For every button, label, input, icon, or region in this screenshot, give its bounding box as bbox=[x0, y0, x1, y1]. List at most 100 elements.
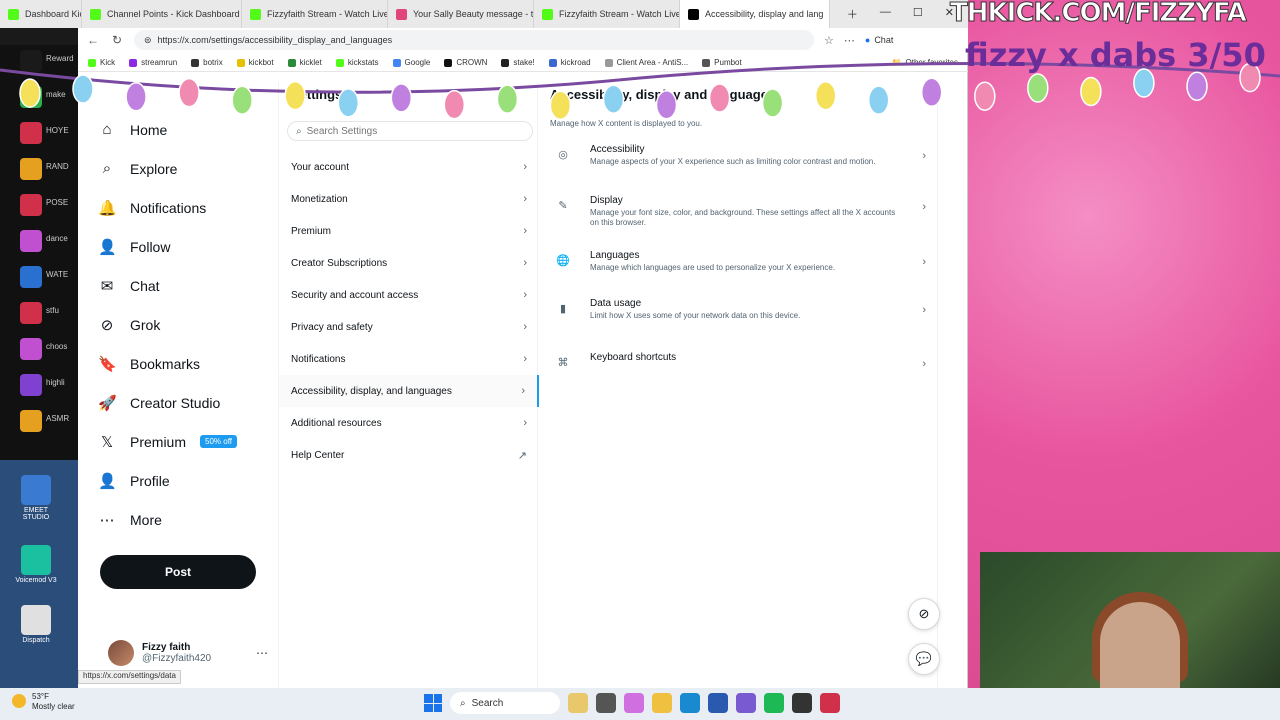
browser-tab[interactable]: Accessibility, display and lang ✕ bbox=[680, 0, 830, 28]
stream-app-icon[interactable]: WATE bbox=[20, 266, 68, 288]
post-button[interactable]: Post bbox=[100, 555, 256, 589]
detail-item-description: Manage which languages are used to perso… bbox=[590, 263, 836, 272]
bookmark-item[interactable]: Google bbox=[392, 58, 430, 67]
taskbar-search[interactable]: ⌕ Search bbox=[450, 692, 560, 714]
browser-tab[interactable]: Your Sally Beauty message - ti✕ bbox=[388, 0, 534, 28]
stream-app-icon[interactable]: HOYE bbox=[20, 122, 69, 144]
stream-app-icon[interactable]: highli bbox=[20, 374, 65, 396]
bookmark-favicon-icon bbox=[335, 58, 344, 67]
settings-search[interactable]: ⌕ bbox=[287, 121, 533, 141]
bookmark-item[interactable]: Client Area - AntiS... bbox=[604, 58, 688, 67]
weather-widget[interactable]: 53°F Mostly clear bbox=[12, 692, 75, 712]
star-icon[interactable]: ☆ bbox=[824, 34, 834, 47]
other-favorites[interactable]: 📁 Other favorites bbox=[892, 58, 958, 67]
browser-tab[interactable]: Fizzyfaith Stream - Watch Live✕ bbox=[534, 0, 680, 28]
detail-item[interactable]: ▮ Data usage Limit how X uses some of your… bbox=[538, 298, 938, 321]
address-bar[interactable]: ⊜ bbox=[134, 30, 814, 50]
bookmark-item[interactable]: kickbot bbox=[236, 58, 274, 67]
desktop-icon[interactable]: EMEET STUDIO bbox=[10, 475, 62, 521]
bookmark-item[interactable]: Kick bbox=[88, 58, 115, 67]
sidebar-item-premium[interactable]: 𝕏 Premium 50% off bbox=[98, 422, 288, 461]
sidebar-item-explore[interactable]: ⌕ Explore bbox=[98, 149, 288, 188]
taskbar-app-other[interactable] bbox=[820, 693, 840, 713]
settings-item[interactable]: Creator Subscriptions › bbox=[279, 247, 539, 279]
settings-search-input[interactable] bbox=[306, 125, 507, 137]
taskbar-app-explorer[interactable] bbox=[652, 693, 672, 713]
site-info-icon[interactable]: ⊜ bbox=[144, 35, 152, 46]
taskbar-app-discord[interactable] bbox=[736, 693, 756, 713]
stream-app-icon[interactable]: Reward red bbox=[20, 50, 76, 72]
settings-item[interactable]: Notifications › bbox=[279, 343, 539, 375]
account-switcher[interactable]: Fizzy faith @Fizzyfaith420 ⋯ bbox=[108, 640, 268, 666]
new-tab-icon[interactable]: ＋ bbox=[847, 6, 858, 22]
messages-float-button[interactable]: 💬 bbox=[908, 643, 940, 675]
bookmark-label: kickbot bbox=[248, 58, 274, 67]
stream-app-icon[interactable]: make bbox=[20, 86, 66, 108]
bookmark-item[interactable]: botrix bbox=[191, 58, 223, 67]
more-options-icon[interactable]: ⋯ bbox=[256, 646, 268, 660]
stream-app-icon[interactable]: RAND bbox=[20, 158, 69, 180]
bookmark-item[interactable]: CROWN bbox=[444, 58, 487, 67]
stream-app-icon[interactable]: POSE bbox=[20, 194, 68, 216]
settings-item[interactable]: Your account › bbox=[279, 151, 539, 183]
sidebar-item-bookmarks[interactable]: 🔖 Bookmarks bbox=[98, 344, 288, 383]
settings-item[interactable]: Help Center ↗ bbox=[279, 439, 539, 471]
copilot-chat-button[interactable]: ● Chat bbox=[865, 35, 893, 45]
stream-app-icon[interactable]: stfu bbox=[20, 302, 59, 324]
settings-item[interactable]: Accessibility, display, and languages › bbox=[279, 375, 539, 407]
detail-item[interactable]: 🌐 Languages Manage which languages are use… bbox=[538, 250, 938, 273]
bookmark-item[interactable]: streamrun bbox=[129, 58, 177, 67]
taskbar-apps: ⌕ Search bbox=[424, 692, 840, 714]
maximize-icon[interactable]: ☐ bbox=[913, 6, 923, 22]
weather-icon bbox=[12, 694, 26, 708]
detail-item-text: Languages Manage which languages are used… bbox=[590, 250, 902, 273]
extensions-icon[interactable]: ⋯ bbox=[844, 34, 855, 47]
taskbar-app-copilot[interactable] bbox=[624, 693, 644, 713]
minimize-icon[interactable]: — bbox=[880, 6, 891, 22]
sidebar-item-creator-studio[interactable]: 🚀 Creator Studio bbox=[98, 383, 288, 422]
stream-app-icon[interactable]: choos bbox=[20, 338, 67, 360]
taskbar-app-widget[interactable] bbox=[568, 693, 588, 713]
detail-item-label: Accessibility bbox=[590, 144, 645, 155]
detail-item[interactable]: ✎ Display Manage your font size, color, an… bbox=[538, 195, 938, 228]
settings-item[interactable]: Monetization › bbox=[279, 183, 539, 215]
sidebar-item-home[interactable]: ⌂ Home bbox=[98, 110, 288, 149]
taskbar-app-store[interactable] bbox=[708, 693, 728, 713]
taskbar-app-taskview[interactable] bbox=[596, 693, 616, 713]
stream-app-icon[interactable]: dance bbox=[20, 230, 68, 252]
close-tab-icon[interactable]: ✕ bbox=[829, 9, 830, 20]
settings-item[interactable]: Security and account access › bbox=[279, 279, 539, 311]
settings-item[interactable]: Premium › bbox=[279, 215, 539, 247]
taskbar-app-obs[interactable] bbox=[792, 693, 812, 713]
settings-item[interactable]: Privacy and safety › bbox=[279, 311, 539, 343]
taskbar-app-edge[interactable] bbox=[680, 693, 700, 713]
detail-item[interactable]: ◎ Accessibility Manage aspects of your X e… bbox=[538, 144, 938, 167]
bookmark-item[interactable]: kicklet bbox=[287, 58, 322, 67]
reload-icon[interactable]: ↻ bbox=[110, 33, 124, 47]
bookmark-item[interactable]: kickroad bbox=[548, 58, 591, 67]
page-title: Accessibility, display and languages bbox=[550, 87, 776, 102]
stream-app-icon[interactable]: ASMR bbox=[20, 410, 69, 432]
taskbar-app-spotify[interactable] bbox=[764, 693, 784, 713]
grok-float-button[interactable]: ⊘ bbox=[908, 598, 940, 630]
sidebar-item-chat[interactable]: ✉ Chat bbox=[98, 266, 288, 305]
desktop-icon[interactable]: Dispatch bbox=[10, 605, 62, 644]
sidebar-item-grok[interactable]: ⊘ Grok bbox=[98, 305, 288, 344]
detail-item[interactable]: ⌘ Keyboard shortcuts › bbox=[538, 352, 938, 370]
settings-item[interactable]: Additional resources › bbox=[279, 407, 539, 439]
sidebar-item-profile[interactable]: 👤 Profile bbox=[98, 461, 288, 500]
start-button[interactable] bbox=[424, 694, 442, 712]
desktop-icon[interactable]: Voicemod V3 bbox=[10, 545, 62, 584]
bookmark-item[interactable]: stake! bbox=[501, 58, 535, 67]
chevron-right-icon: › bbox=[922, 256, 926, 268]
browser-tab[interactable]: Channel Points - Kick Dashboard✕ bbox=[82, 0, 242, 28]
browser-tab[interactable]: Dashboard Kick✕ bbox=[0, 0, 82, 28]
sidebar-item-notifications[interactable]: 🔔 Notifications bbox=[98, 188, 288, 227]
sidebar-item-follow[interactable]: 👤 Follow bbox=[98, 227, 288, 266]
bookmark-item[interactable]: Pumbot bbox=[702, 58, 742, 67]
back-icon[interactable]: ← bbox=[86, 33, 100, 47]
browser-tab[interactable]: Fizzyfaith Stream - Watch Live✕ bbox=[242, 0, 388, 28]
sidebar-item-more[interactable]: ⋯ More bbox=[98, 500, 288, 539]
bookmark-item[interactable]: kickstats bbox=[335, 58, 379, 67]
url-input[interactable] bbox=[157, 35, 718, 45]
